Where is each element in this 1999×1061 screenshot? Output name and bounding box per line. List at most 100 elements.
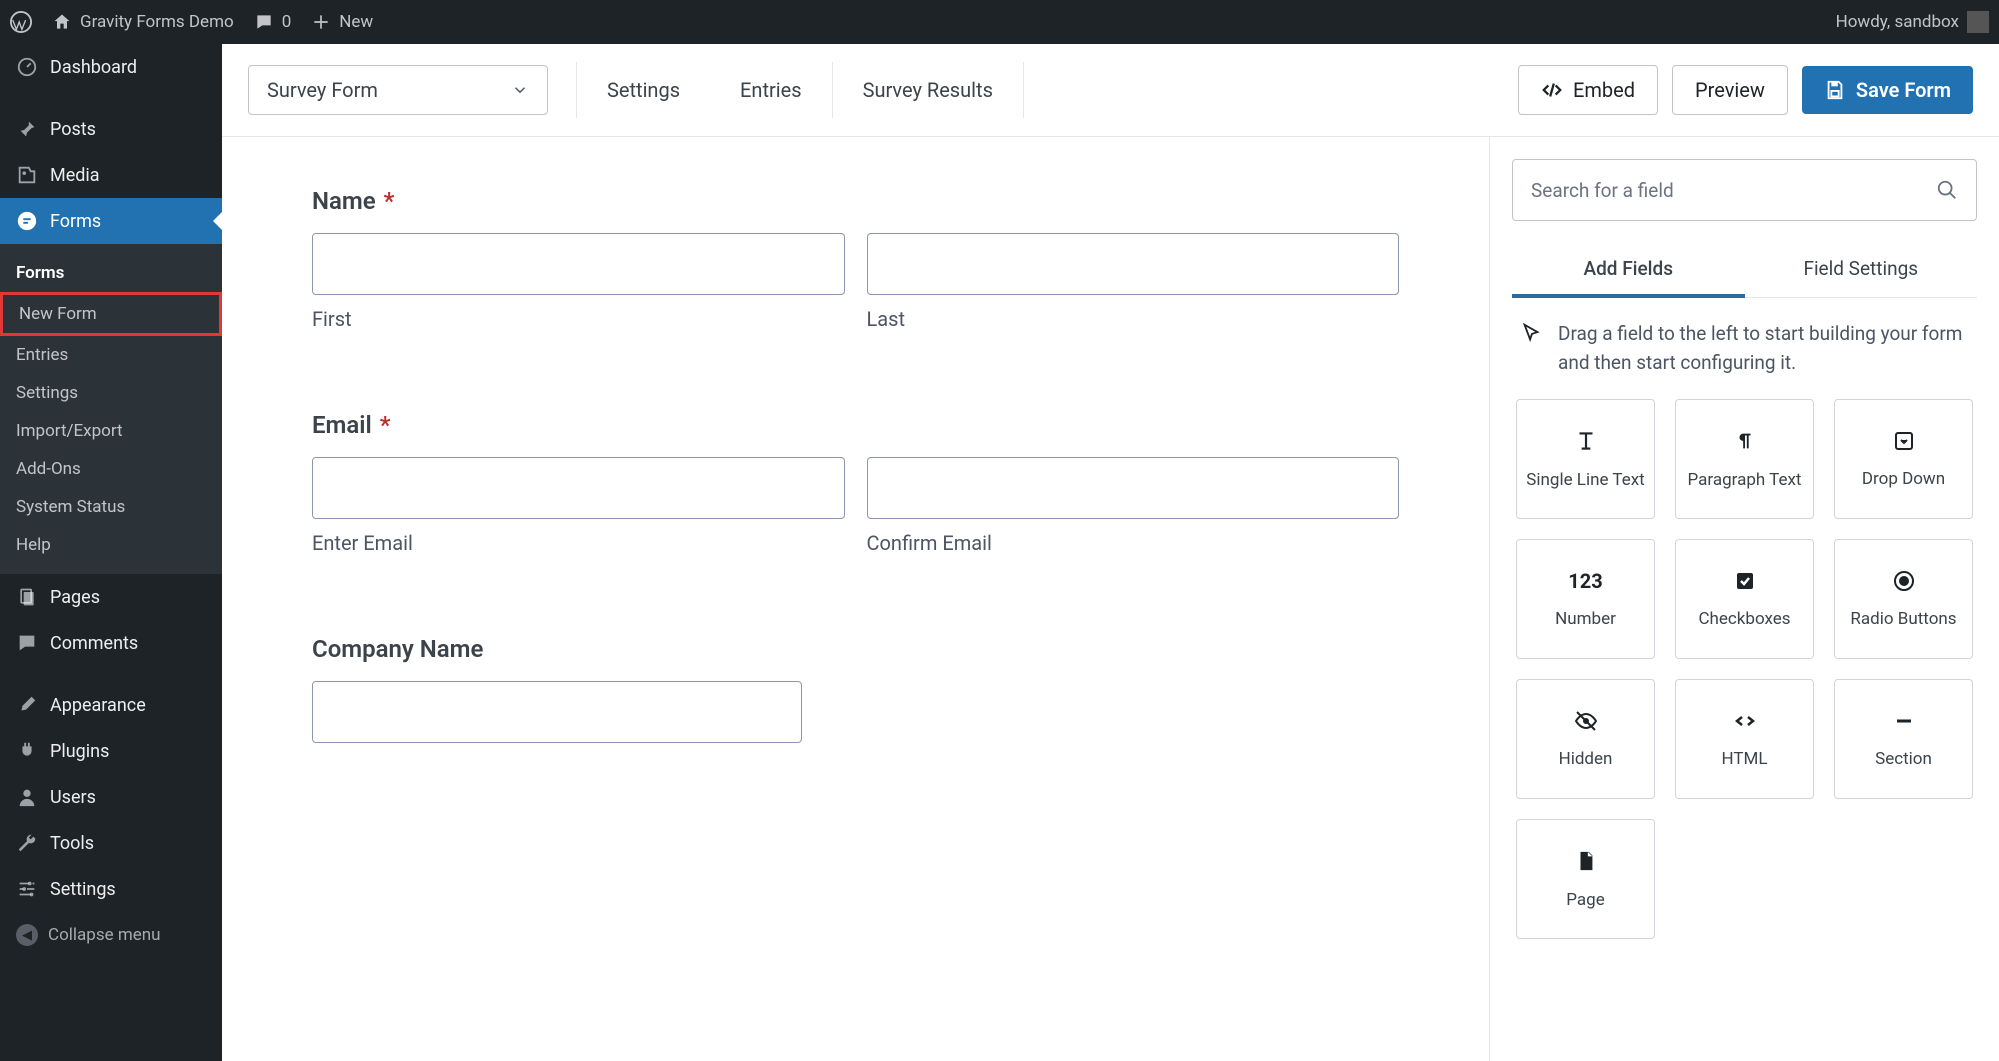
- site-home-link[interactable]: Gravity Forms Demo: [52, 12, 234, 32]
- code-icon: [1732, 709, 1758, 733]
- sidebar-sub-import-export[interactable]: Import/Export: [0, 412, 222, 450]
- pin-icon: [16, 118, 38, 140]
- sidebar-item-comments[interactable]: Comments: [0, 620, 222, 666]
- sublabel-enter-email: Enter Email: [312, 531, 845, 555]
- field-email[interactable]: Email* Enter Email Confirm Email: [312, 411, 1399, 555]
- first-name-input[interactable]: [312, 233, 845, 295]
- form-switcher-dropdown[interactable]: Survey Form: [248, 65, 548, 115]
- tab-survey-results[interactable]: Survey Results: [833, 78, 1023, 102]
- sidebar-sub-addons[interactable]: Add-Ons: [0, 450, 222, 488]
- field-page[interactable]: Page: [1516, 819, 1655, 939]
- preview-button[interactable]: Preview: [1672, 65, 1788, 115]
- field-section[interactable]: Section: [1834, 679, 1973, 799]
- wp-logo[interactable]: [10, 11, 32, 33]
- sidebar-item-tools[interactable]: Tools: [0, 820, 222, 866]
- field-radio-buttons[interactable]: Radio Buttons: [1834, 539, 1973, 659]
- enter-email-input[interactable]: [312, 457, 845, 519]
- main-content: Survey Form Settings Entries Survey Resu…: [222, 44, 1999, 1061]
- avatar: [1967, 11, 1989, 33]
- field-name[interactable]: Name* First Last: [312, 187, 1399, 331]
- sidebar-item-label: Forms: [50, 211, 101, 232]
- sidebar-sub-settings[interactable]: Settings: [0, 374, 222, 412]
- field-hidden[interactable]: Hidden: [1516, 679, 1655, 799]
- admin-sidebar: Dashboard Posts Media Forms Forms New Fo…: [0, 44, 222, 1061]
- field-search-input[interactable]: [1531, 179, 1936, 202]
- confirm-email-input[interactable]: [867, 457, 1400, 519]
- comment-icon: [254, 12, 274, 32]
- sliders-icon: [16, 878, 38, 900]
- save-label: Save Form: [1856, 78, 1951, 102]
- save-form-button[interactable]: Save Form: [1802, 66, 1973, 114]
- sidebar-item-plugins[interactable]: Plugins: [0, 728, 222, 774]
- field-label: Company Name: [312, 635, 1399, 663]
- sidebar-submenu-forms: Forms New Form Entries Settings Import/E…: [0, 244, 222, 574]
- tab-field-settings[interactable]: Field Settings: [1745, 243, 1978, 297]
- form-switcher-label: Survey Form: [267, 78, 378, 102]
- embed-label: Embed: [1573, 78, 1635, 102]
- sublabel-first: First: [312, 307, 845, 331]
- sidebar-sub-entries[interactable]: Entries: [0, 336, 222, 374]
- field-search-wrap[interactable]: [1512, 159, 1977, 221]
- form-canvas: Name* First Last: [222, 137, 1489, 1061]
- field-drop-down[interactable]: Drop Down: [1834, 399, 1973, 519]
- sidebar-item-pages[interactable]: Pages: [0, 574, 222, 620]
- sidebar-item-forms[interactable]: Forms: [0, 198, 222, 244]
- comments-link[interactable]: 0: [254, 12, 292, 32]
- section-icon: [1892, 709, 1916, 733]
- chevron-down-icon: [511, 81, 529, 99]
- sidebar-item-label: Plugins: [50, 741, 109, 762]
- sidebar-item-posts[interactable]: Posts: [0, 106, 222, 152]
- collapse-menu-button[interactable]: ◀ Collapse menu: [0, 912, 222, 958]
- panel-tabs: Add Fields Field Settings: [1512, 243, 1977, 298]
- number-icon: 123: [1568, 569, 1602, 593]
- user-icon: [16, 786, 38, 808]
- field-label: Name*: [312, 187, 1399, 215]
- sidebar-item-dashboard[interactable]: Dashboard: [0, 44, 222, 90]
- sidebar-item-settings[interactable]: Settings: [0, 866, 222, 912]
- user-menu[interactable]: Howdy, sandbox: [1836, 11, 1989, 33]
- text-icon: [1573, 428, 1599, 454]
- sublabel-last: Last: [867, 307, 1400, 331]
- field-number[interactable]: 123 Number: [1516, 539, 1655, 659]
- last-name-input[interactable]: [867, 233, 1400, 295]
- field-html[interactable]: HTML: [1675, 679, 1814, 799]
- sidebar-sub-forms[interactable]: Forms: [0, 254, 222, 292]
- sidebar-sub-new-form[interactable]: New Form: [0, 292, 222, 336]
- sidebar-item-label: Posts: [50, 119, 96, 140]
- field-single-line-text[interactable]: Single Line Text: [1516, 399, 1655, 519]
- forms-icon: [16, 210, 38, 232]
- company-name-input[interactable]: [312, 681, 802, 743]
- media-icon: [16, 164, 38, 186]
- tab-settings[interactable]: Settings: [577, 78, 710, 102]
- sidebar-sub-help[interactable]: Help: [0, 526, 222, 564]
- collapse-label: Collapse menu: [48, 925, 161, 945]
- plug-icon: [16, 740, 38, 762]
- sidebar-item-users[interactable]: Users: [0, 774, 222, 820]
- wrench-icon: [16, 832, 38, 854]
- field-company[interactable]: Company Name: [312, 635, 1399, 743]
- tab-add-fields[interactable]: Add Fields: [1512, 243, 1745, 298]
- dropdown-icon: [1892, 429, 1916, 453]
- search-icon: [1936, 179, 1958, 201]
- field-paragraph-text[interactable]: Paragraph Text: [1675, 399, 1814, 519]
- collapse-icon: ◀: [16, 924, 38, 946]
- sidebar-sub-system-status[interactable]: System Status: [0, 488, 222, 526]
- sublabel-confirm-email: Confirm Email: [867, 531, 1400, 555]
- sidebar-item-label: Comments: [50, 633, 138, 654]
- embed-button[interactable]: Embed: [1518, 65, 1658, 115]
- home-icon: [52, 12, 72, 32]
- paragraph-icon: [1734, 428, 1756, 454]
- code-icon: [1541, 79, 1563, 101]
- page-icon: [1575, 848, 1597, 874]
- editor-topbar: Survey Form Settings Entries Survey Resu…: [222, 44, 1999, 137]
- sidebar-item-label: Dashboard: [50, 57, 137, 78]
- new-content-link[interactable]: New: [311, 12, 373, 32]
- tab-entries[interactable]: Entries: [710, 78, 832, 102]
- admin-bar: Gravity Forms Demo 0 New Howdy, sandbox: [0, 0, 1999, 44]
- field-label: Email*: [312, 411, 1399, 439]
- eye-off-icon: [1573, 709, 1599, 733]
- sidebar-item-media[interactable]: Media: [0, 152, 222, 198]
- sidebar-item-appearance[interactable]: Appearance: [0, 682, 222, 728]
- field-checkboxes[interactable]: Checkboxes: [1675, 539, 1814, 659]
- plus-icon: [311, 12, 331, 32]
